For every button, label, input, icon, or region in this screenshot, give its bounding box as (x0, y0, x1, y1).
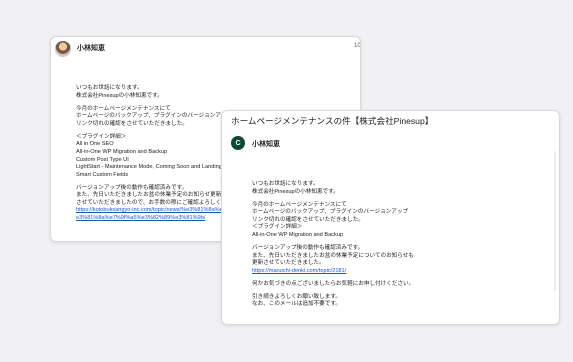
sender-avatar-photo (55, 41, 71, 57)
body-line: なお、このメールは追加不要です。 (252, 301, 341, 308)
body-line: 株式会社Pinesupの小林知恵です。 (252, 188, 339, 195)
body-line: All in One SEO (76, 141, 114, 148)
body-line: また、先日いただきましたお盆の休業予定についてのお知らせも (252, 252, 414, 259)
body-line: 株式会社Pinesupの小林知恵です。 (76, 92, 163, 99)
news-link[interactable]: https://kotobuksangyo-inc.com/topic/news… (76, 207, 232, 215)
body-line: LightStart - Maintenance Mode, Coming So… (76, 164, 228, 171)
email-date: 10 (354, 43, 361, 49)
body-line: ＜プラグイン詳細＞ (76, 133, 127, 140)
body-line: いつもお世話になります。 (76, 85, 143, 91)
email-subject: ホームページメンテナンスの件【株式会社Pinesup】 (231, 116, 434, 126)
scrollbar[interactable] (554, 151, 556, 291)
body-line: All-in-One WP Migration and Backup (76, 148, 167, 155)
sender-name: 小林知恵 (252, 141, 280, 148)
body-line: ホームページのバックアップ、プラグインのバージョンアップ (76, 113, 233, 120)
body-line: 何かお気づきの点ございましたらお気軽にお申し付けください。 (252, 280, 415, 287)
body-line: リンク切れの確認をさせていただきました。 (76, 120, 188, 127)
sender-avatar: C (231, 136, 245, 150)
news-link-continued[interactable]: e3%81%8a%e7%9f%a5%e3%82%89%e3%81%9b/ (76, 215, 232, 223)
email-body: いつもお世話になります。 株式会社Pinesupの小林知恵です。 今月のホームペ… (76, 85, 232, 223)
body-line: Custom Post Type UI (76, 156, 129, 163)
body-line: させていただきましたので、お手数の際にご確認よろしくお (76, 199, 227, 206)
email-detail-card-front[interactable]: ホームページメンテナンスの件【株式会社Pinesup】 C 小林知恵 いつもお世… (221, 110, 560, 325)
body-line: All-in-One WP Migration and Backup (252, 231, 343, 238)
body-line: Smart Custom Fields (76, 171, 129, 178)
body-line: 更新させていただきました。 (252, 260, 325, 267)
topic-link[interactable]: https://maruichi-denki.com/topic/2181/ (252, 268, 414, 276)
body-line: また、先日いただきましたお盆の休業予定のお知らせ更新も (76, 192, 227, 199)
sender-name: 小林知恵 (77, 45, 105, 52)
body-line: ＜プラグイン詳細＞ (252, 224, 303, 231)
body-line: いつもお世話になります。 (252, 181, 319, 187)
body-line: バージョンアップ後の動作も確認済みです。 (252, 244, 364, 251)
body-line: ホームページのバックアップ、プラグインのバージョンアップ (252, 209, 409, 216)
email-body: いつもお世話になります。 株式会社Pinesupの小林知恵です。 今月のホームペ… (252, 181, 414, 309)
